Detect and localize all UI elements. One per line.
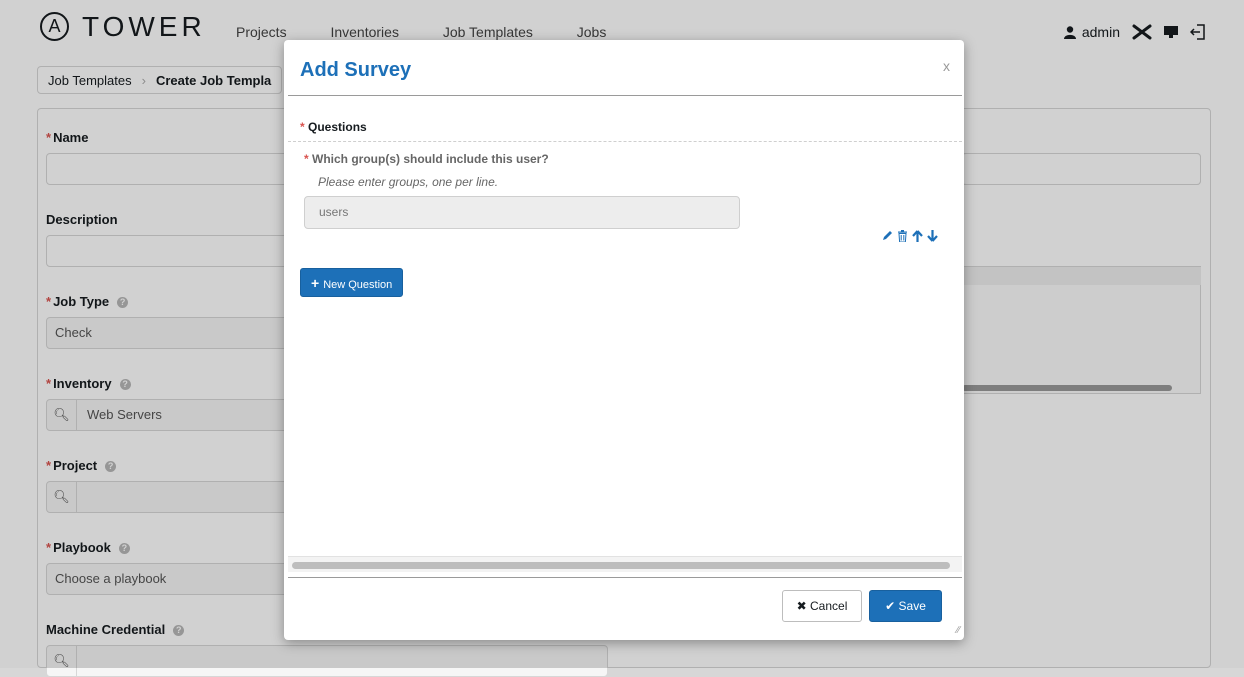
arrow-up-icon[interactable] <box>912 230 923 245</box>
pencil-icon[interactable] <box>882 230 893 245</box>
question-actions <box>882 230 938 245</box>
horizontal-scrollbar[interactable] <box>288 556 962 572</box>
close-icon[interactable]: x <box>943 58 950 74</box>
divider <box>288 577 962 578</box>
scrollbar-thumb[interactable] <box>292 562 950 569</box>
trash-icon[interactable] <box>897 230 908 245</box>
cancel-button[interactable]: ✖ Cancel <box>782 590 862 622</box>
divider <box>288 95 962 96</box>
question-text: * Which group(s) should include this use… <box>304 152 549 166</box>
check-icon: ✔ <box>885 599 899 613</box>
arrow-down-icon[interactable] <box>927 230 938 245</box>
plus-icon: + <box>311 275 320 291</box>
save-button[interactable]: ✔ Save <box>869 590 942 622</box>
resize-handle-icon[interactable]: ∕∕ <box>957 625 960 636</box>
questions-heading: * Questions <box>300 120 367 134</box>
modal-title: Add Survey <box>300 59 412 81</box>
add-survey-modal: Add Survey x * Questions * Which group(s… <box>284 40 964 640</box>
question-answer-textarea[interactable]: users <box>304 196 740 229</box>
times-icon: ✖ <box>796 599 811 613</box>
divider <box>288 141 962 142</box>
question-description: Please enter groups, one per line. <box>318 175 499 189</box>
new-question-button[interactable]: + New Question <box>300 268 404 297</box>
